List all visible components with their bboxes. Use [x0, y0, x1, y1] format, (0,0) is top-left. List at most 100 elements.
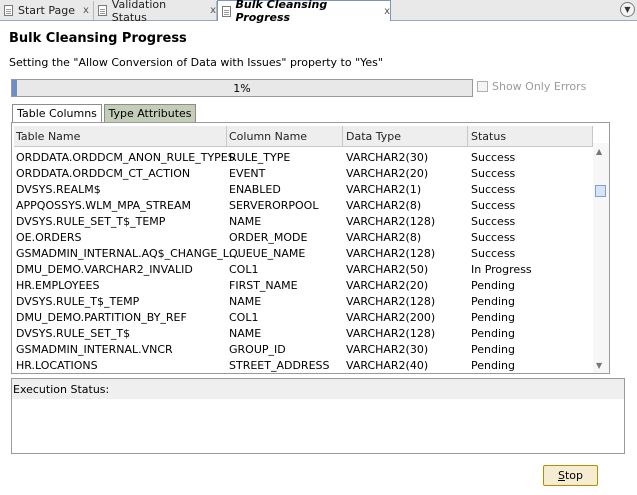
cell-data-type: VARCHAR2(20) [346, 279, 429, 292]
cell-data-type: VARCHAR2(200) [346, 311, 436, 324]
cell-table-name: ORDDATA.ORDDCM_CT_ACTION [16, 167, 191, 180]
tab-label: Bulk Cleansing Progress [235, 0, 328, 24]
cell-column-name: FIRST_NAME [229, 279, 298, 292]
execution-status-panel: Execution Status: [11, 378, 625, 454]
table-row[interactable]: GSMADMIN_INTERNAL.VNCR GROUP_ID VARCHAR2(3… [14, 342, 593, 358]
cell-status: Success [471, 215, 516, 228]
column-header-status[interactable]: Status [471, 130, 506, 143]
table-row[interactable]: GSMADMIN_INTERNAL.AQ$_CHANGE_L... QUEUE_N… [14, 246, 593, 262]
cell-status: Success [471, 231, 516, 244]
table-row[interactable]: DMU_DEMO.VARCHAR2_INVALID COL1 VARCHAR2(50… [14, 262, 593, 278]
document-icon [4, 5, 13, 16]
cell-column-name: COL1 [229, 311, 259, 324]
table-row[interactable]: APPQOSSYS.WLM_MPA_STREAM SERVERORPOOL VARC… [14, 198, 593, 214]
table-columns-grid: Table Name Column Name Data Type Status … [11, 122, 610, 374]
tab-validation-status[interactable]: Validation Status x [94, 0, 217, 24]
cell-status: Pending [471, 359, 515, 372]
table-row[interactable]: DVSYS.RULE_SET_T$_TEMP NAME VARCHAR2(128) S… [14, 214, 593, 230]
cell-data-type: VARCHAR2(20) [346, 167, 429, 180]
document-icon [222, 5, 231, 17]
close-icon[interactable]: x [210, 5, 216, 16]
tab-type-attributes[interactable]: Type Attributes [104, 104, 196, 122]
close-icon[interactable]: x [83, 5, 89, 16]
editor-tab-strip: Start Page x Validation Status x Bulk Cl… [0, 0, 637, 24]
scroll-up-icon[interactable]: ▲ [596, 147, 602, 156]
cell-status: Pending [471, 279, 515, 292]
cell-table-name: DVSYS.RULE_SET_T$ [16, 327, 131, 340]
cell-column-name: ENABLED [229, 183, 281, 196]
cell-table-name: DMU_DEMO.VARCHAR2_INVALID [16, 263, 193, 276]
cell-table-name: DVSYS.RULE_T$_TEMP [16, 295, 140, 308]
tab-start-page[interactable]: Start Page x [0, 1, 94, 20]
cell-table-name: HR.EMPLOYEES [16, 279, 100, 292]
chevron-down-icon: ▼ [624, 5, 631, 14]
cell-column-name: SERVERORPOOL [229, 199, 319, 212]
table-row[interactable]: DVSYS.REALM$ ENABLED VARCHAR2(1) Success [14, 182, 593, 198]
cell-data-type: VARCHAR2(50) [346, 263, 429, 276]
close-icon[interactable]: x [384, 6, 390, 17]
column-header-column-name[interactable]: Column Name [229, 130, 307, 143]
cell-column-name: NAME [229, 327, 262, 340]
cell-table-name: DMU_DEMO.PARTITION_BY_REF [16, 311, 187, 324]
cell-status: Success [471, 199, 516, 212]
cell-data-type: VARCHAR2(128) [346, 327, 436, 340]
table-header: Table Name Column Name Data Type Status [14, 126, 593, 147]
cell-data-type: VARCHAR2(1) [346, 183, 422, 196]
cell-data-type: VARCHAR2(128) [346, 247, 436, 260]
cell-column-name: GROUP_ID [229, 343, 286, 356]
cell-status: Success [471, 247, 516, 260]
cell-table-name: GSMADMIN_INTERNAL.AQ$_CHANGE_L... [16, 247, 240, 260]
cell-status: Pending [471, 327, 515, 340]
column-header-data-type[interactable]: Data Type [346, 130, 401, 143]
column-header-table-name[interactable]: Table Name [16, 130, 80, 143]
cell-column-name: EVENT [229, 167, 266, 180]
scrollbar-thumb[interactable] [595, 185, 606, 197]
tab-bulk-cleansing-progress[interactable]: Bulk Cleansing Progress x [217, 0, 391, 24]
table-row[interactable]: HR.EMPLOYEES FIRST_NAME VARCHAR2(20) Pendin… [14, 278, 593, 294]
vertical-scrollbar[interactable]: ▲ ▼ [593, 143, 609, 373]
table-row[interactable]: DVSYS.RULE_SET_T$ NAME VARCHAR2(128) Pendin… [14, 326, 593, 342]
tab-table-columns[interactable]: Table Columns [12, 104, 102, 122]
cell-data-type: VARCHAR2(8) [346, 231, 422, 244]
cell-status: Success [471, 151, 516, 164]
cell-column-name: RULE_TYPE [229, 151, 291, 164]
cell-table-name: HR.LOCATIONS [16, 359, 98, 372]
cell-table-name: DVSYS.REALM$ [16, 183, 101, 196]
table-row[interactable]: DMU_DEMO.PARTITION_BY_REF COL1 VARCHAR2(20… [14, 310, 593, 326]
cell-column-name: STREET_ADDRESS [229, 359, 330, 372]
execution-status-label: Execution Status: [13, 383, 110, 396]
cell-data-type: VARCHAR2(8) [346, 199, 422, 212]
cell-data-type: VARCHAR2(30) [346, 151, 429, 164]
stop-button[interactable]: Stop [543, 465, 598, 486]
show-only-errors-label: Show Only Errors [492, 80, 587, 93]
cell-column-name: ORDER_MODE [229, 231, 308, 244]
table-row[interactable]: OE.ORDERS ORDER_MODE VARCHAR2(8) Success [14, 230, 593, 246]
cell-data-type: VARCHAR2(40) [346, 359, 429, 372]
tab-label: Validation Status [111, 0, 167, 24]
table-row[interactable]: DVSYS.RULE_T$_TEMP NAME VARCHAR2(128) Pendi… [14, 294, 593, 310]
tab-list-dropdown-button[interactable]: ▼ [620, 2, 635, 17]
progress-bar: 1% [11, 79, 473, 97]
show-only-errors-checkbox[interactable]: Show Only Errors [477, 80, 586, 93]
cell-data-type: VARCHAR2(30) [346, 343, 429, 356]
cell-table-name: DVSYS.RULE_SET_T$_TEMP [16, 215, 166, 228]
page-subtitle: Setting the "Allow Conversion of Data wi… [9, 56, 383, 69]
table-row[interactable]: ORDDATA.ORDDCM_ANON_RULE_TYPES RULE_TYPE V… [14, 150, 593, 166]
cell-data-type: VARCHAR2(128) [346, 295, 436, 308]
cell-status: Success [471, 167, 516, 180]
progress-percent: 1% [233, 82, 251, 95]
cell-status: Pending [471, 343, 515, 356]
cell-table-name: ORDDATA.ORDDCM_ANON_RULE_TYPES [16, 151, 235, 164]
scroll-down-icon[interactable]: ▼ [596, 361, 602, 370]
cell-column-name: COL1 [229, 263, 259, 276]
cell-column-name: NAME [229, 295, 262, 308]
page-title: Bulk Cleansing Progress [9, 31, 187, 46]
cell-status: Success [471, 183, 516, 196]
tab-label: Start Page [18, 4, 75, 17]
cell-table-name: GSMADMIN_INTERNAL.VNCR [16, 343, 173, 356]
table-row[interactable]: ORDDATA.ORDDCM_CT_ACTION EVENT VARCHAR2(20… [14, 166, 593, 182]
cell-status: Pending [471, 311, 515, 324]
checkbox-box[interactable] [477, 81, 488, 92]
table-row[interactable]: HR.LOCATIONS STREET_ADDRESS VARCHAR2(40) Pe… [14, 358, 593, 373]
cell-status: Pending [471, 295, 515, 308]
